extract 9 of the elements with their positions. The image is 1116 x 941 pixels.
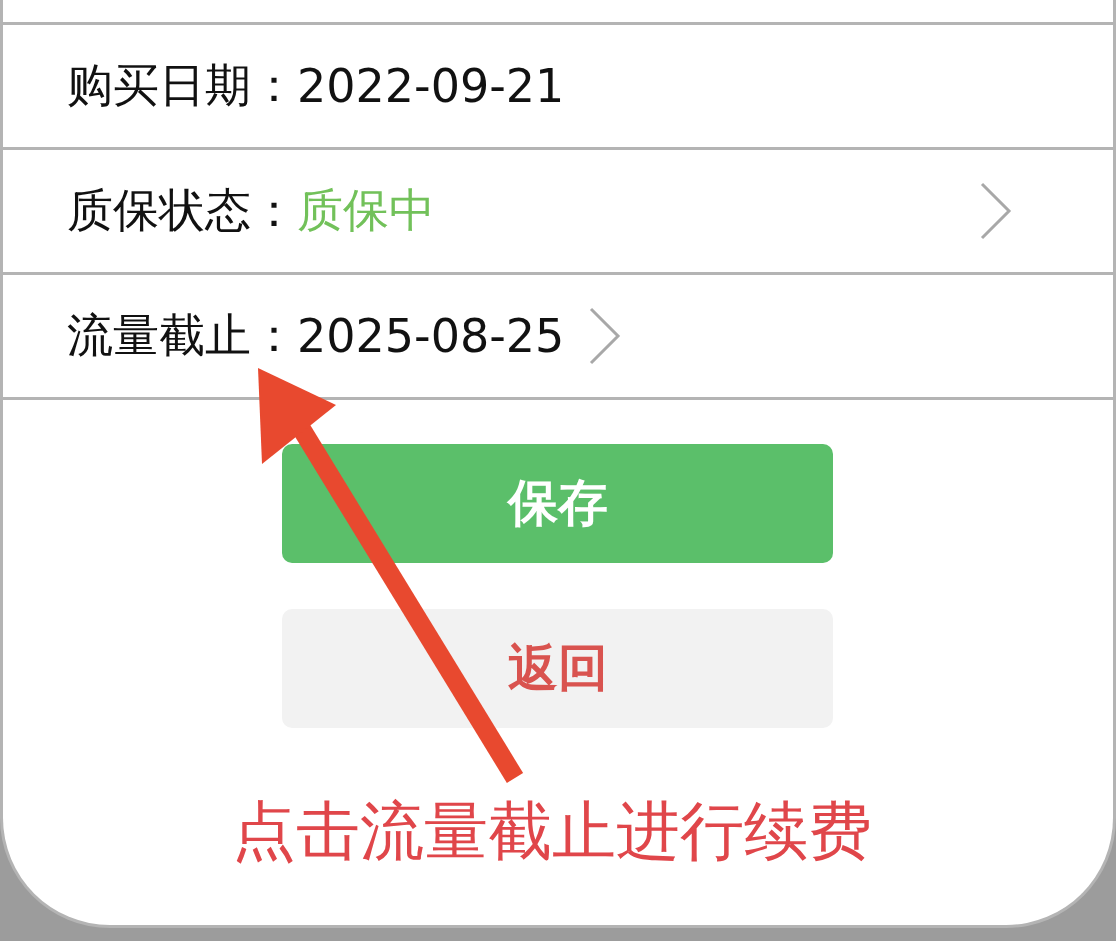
field-value: 2025-08-25 bbox=[297, 309, 565, 363]
save-button[interactable]: 保存 bbox=[282, 444, 833, 563]
field-label: 质保状态： bbox=[67, 182, 297, 239]
field-label: 流量截止： bbox=[67, 307, 297, 364]
field-value: 质保中 bbox=[297, 182, 435, 239]
field-label: 购买日期： bbox=[67, 57, 297, 114]
back-button[interactable]: 返回 bbox=[282, 609, 833, 728]
field-value: 2022-09-21 bbox=[297, 59, 565, 113]
annotation-text: 点击流量截止进行续费 bbox=[232, 793, 873, 870]
